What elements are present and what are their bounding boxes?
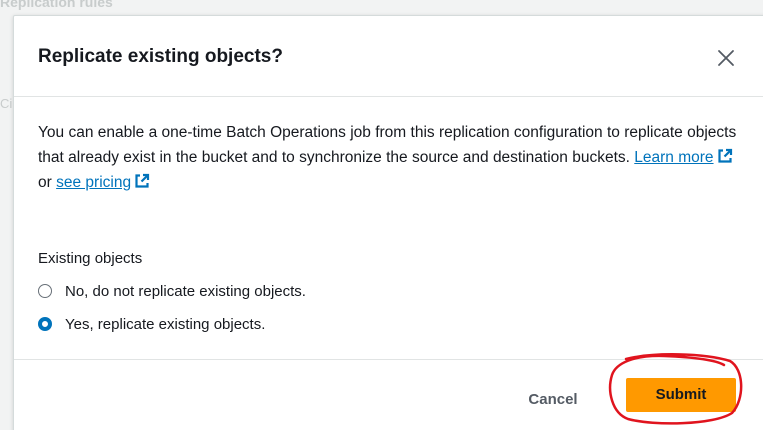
radio-button-no[interactable] [38,284,52,298]
radio-option-no[interactable]: No, do not replicate existing objects. [38,280,306,302]
modal-body: You can enable a one-time Batch Operatio… [38,120,738,333]
external-link-icon [135,173,150,188]
background-edge-text: Ci [0,96,13,111]
radio-label-no: No, do not replicate existing objects. [65,282,306,300]
page: Replication rules Ci Replicate existing … [0,0,763,430]
see-pricing-label: see pricing [56,174,132,191]
modal-title: Replicate existing objects? [38,46,283,67]
radio-label-yes: Yes, replicate existing objects. [65,315,266,333]
existing-objects-label: Existing objects [38,250,143,267]
cancel-button[interactable]: Cancel [508,384,598,416]
replicate-objects-modal: Replicate existing objects? You can enab… [13,15,763,430]
submit-button[interactable]: Submit [626,378,736,412]
radio-option-yes[interactable]: Yes, replicate existing objects. [38,313,265,335]
radio-button-yes[interactable] [38,317,52,331]
see-pricing-link[interactable]: see pricing [56,173,150,191]
learn-more-link[interactable]: Learn more [634,148,732,166]
close-button[interactable] [714,46,738,70]
learn-more-label: Learn more [634,149,714,166]
description-text: You can enable a one-time Batch Operatio… [38,124,737,166]
modal-footer: Cancel Submit [14,359,763,430]
close-icon [718,50,734,66]
or-text: or [38,174,52,191]
external-link-icon [717,148,732,163]
background-heading: Replication rules [0,0,113,10]
description: You can enable a one-time Batch Operatio… [38,120,738,195]
modal-header: Replicate existing objects? [14,16,763,97]
